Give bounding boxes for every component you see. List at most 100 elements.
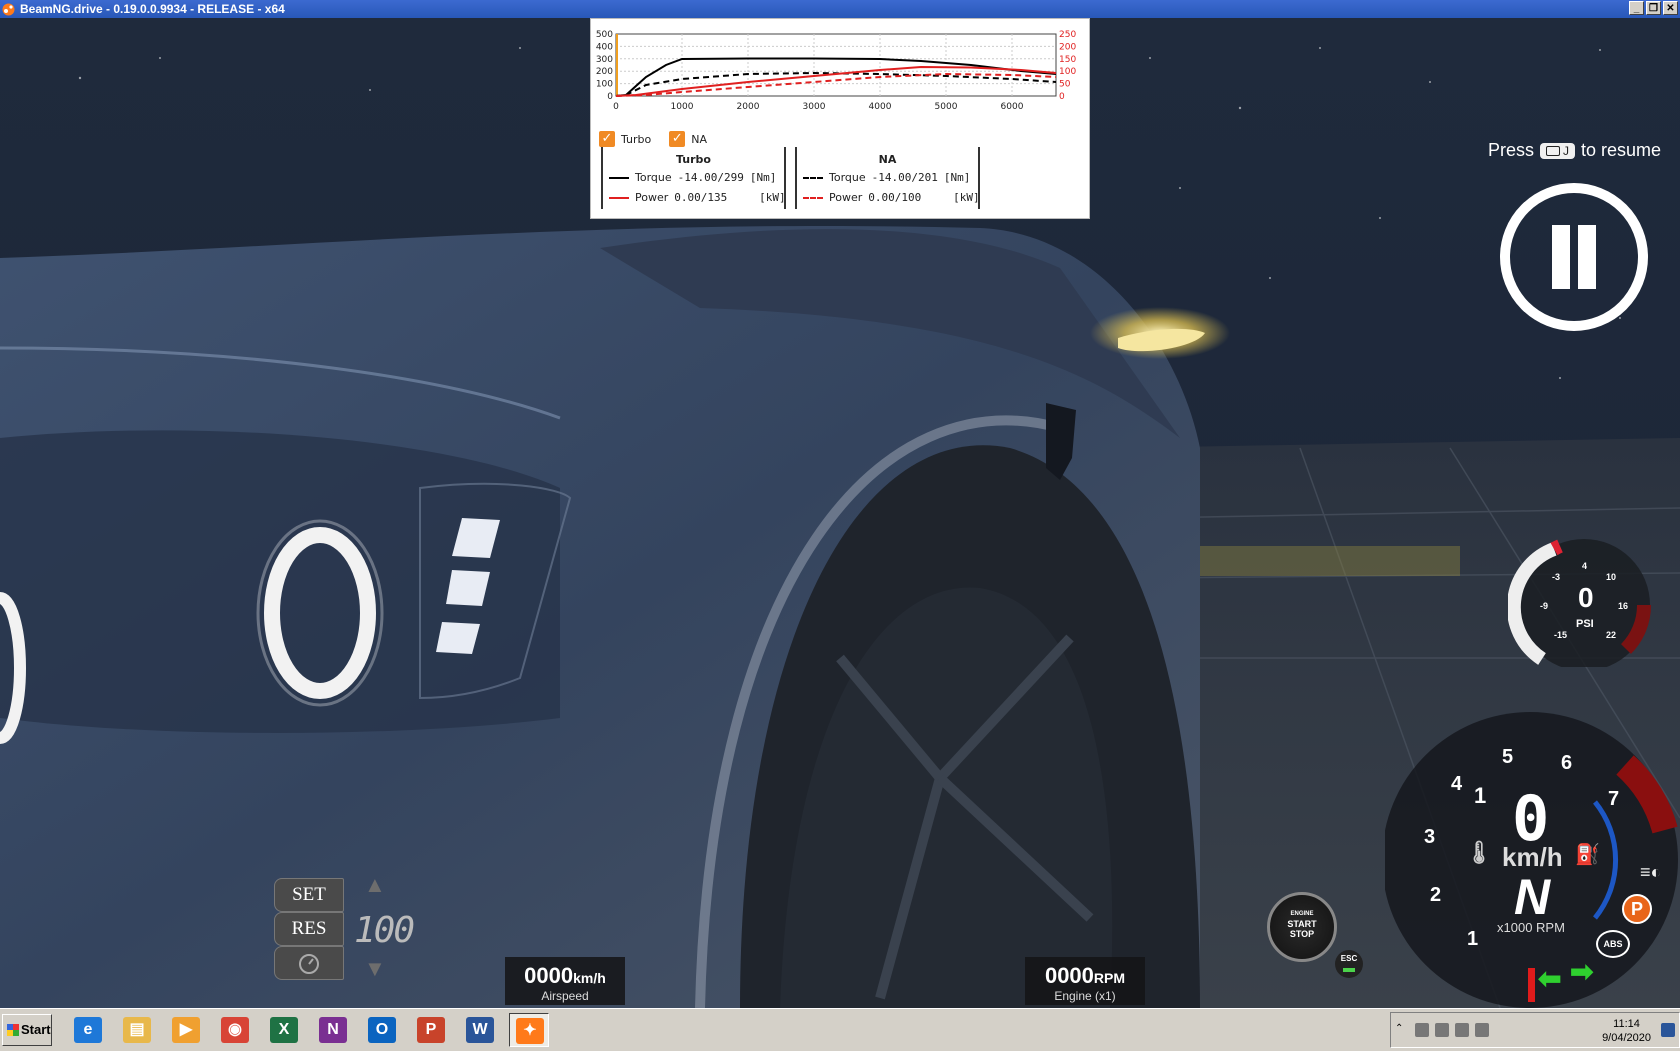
close-button[interactable]: ✕ <box>1663 1 1678 15</box>
taskbar-app-file-explorer[interactable]: ▤ <box>117 1013 157 1047</box>
rpm-tick: 4 <box>1451 773 1463 795</box>
parking-brake-indicator: P <box>1622 894 1652 924</box>
turn-signal-left-icon: ⬅ <box>1538 963 1562 994</box>
na-legend-header: NA <box>878 153 897 166</box>
gear-indicator: N <box>1514 869 1551 925</box>
keyboard-icon <box>1546 145 1561 156</box>
tray-expand-icon[interactable]: ⌃ <box>1395 1023 1409 1037</box>
na-checkbox-label: NA <box>691 132 708 146</box>
taskbar-app-outlook[interactable]: O <box>362 1013 402 1047</box>
boost-tick: -3 <box>1552 572 1561 582</box>
x-tick: 3000 <box>803 102 826 112</box>
boost-tick: -15 <box>1554 630 1568 640</box>
turbo-torque-row: Torque -14.00/299 [Nm] <box>609 171 776 184</box>
rpm-tick: 6 <box>1561 752 1573 774</box>
y-tick-left: 0 <box>607 92 613 102</box>
engine-rpm-readout: 0000RPM Engine (x1) <box>1025 957 1145 1005</box>
minimize-button[interactable]: _ <box>1629 1 1644 15</box>
window-title-bar: BeamNG.drive - 0.19.0.0.9934 - RELEASE -… <box>0 0 1680 18</box>
show-desktop-icon[interactable] <box>1661 1023 1675 1037</box>
maximize-button[interactable]: ❐ <box>1646 1 1661 15</box>
taskbar-app-internet-explorer[interactable]: e <box>68 1013 108 1047</box>
excel-icon: X <box>270 1017 298 1043</box>
boost-value: 0 <box>1578 582 1594 613</box>
y-tick-left: 200 <box>596 67 613 77</box>
taskbar-app-media-player[interactable]: ▶ <box>166 1013 206 1047</box>
y-tick-right: 150 <box>1059 55 1076 65</box>
x-tick: 6000 <box>1001 102 1024 112</box>
speaker-icon[interactable] <box>1415 1023 1429 1037</box>
outlook-icon: O <box>368 1017 396 1043</box>
abs-indicator: ABS <box>1596 930 1630 958</box>
beamng-app-icon <box>2 3 15 16</box>
esc-indicator: ESC <box>1335 950 1363 978</box>
na-power-row: Power 0.00/100 [kW] <box>803 191 980 204</box>
headlight-icon: ≡◐ <box>1640 862 1662 882</box>
file-explorer-icon: ▤ <box>123 1017 151 1043</box>
volume-icon[interactable] <box>1475 1023 1489 1037</box>
engine-start-stop-button[interactable]: ENGINE START STOP <box>1267 892 1337 962</box>
cruise-target-speed: 100 <box>354 910 415 951</box>
cruise-up-arrow-icon[interactable]: ▲ <box>364 872 386 898</box>
display-icon[interactable] <box>1455 1023 1469 1037</box>
coolant-temp-icon: 🌡 <box>1465 840 1493 865</box>
dashed-red-line-icon <box>803 196 823 199</box>
turn-signal-right-icon: ➡ <box>1570 956 1594 987</box>
na-checkbox[interactable]: ✓ NA <box>669 131 707 147</box>
y-tick-left: 500 <box>596 30 613 40</box>
rpm-tick: 1 <box>1474 783 1487 808</box>
y-tick-left: 300 <box>596 55 613 65</box>
boost-tick: 4 <box>1582 561 1588 571</box>
cruise-res-button[interactable]: RES <box>274 912 344 946</box>
airspeed-readout: 0000km/h Airspeed <box>505 957 625 1005</box>
boost-tick: 22 <box>1606 630 1617 640</box>
powerpoint-icon: P <box>417 1017 445 1043</box>
x-tick: 4000 <box>869 102 892 112</box>
taskbar-app-beamng[interactable]: ✦ <box>509 1013 549 1047</box>
turbo-power-row: Power 0.00/135 [kW] <box>609 191 786 204</box>
y-tick-right: 200 <box>1059 42 1076 52</box>
boost-tick: -9 <box>1540 601 1549 611</box>
internet-explorer-icon: e <box>74 1017 102 1043</box>
y-tick-left: 100 <box>596 80 613 90</box>
solid-black-line-icon <box>609 176 629 179</box>
windows-logo-icon <box>7 1024 19 1036</box>
rpm-tick: 1 <box>1467 928 1479 950</box>
taskbar: Start e ▤ ▶ ◉ X N O P W ✦ ⌃ 11:14 9/04/2020 <box>0 1008 1680 1051</box>
y-tick-right: 100 <box>1059 67 1076 77</box>
y-tick-right: 250 <box>1059 30 1076 40</box>
system-tray: ⌃ 11:14 9/04/2020 <box>1390 1012 1680 1048</box>
torque-power-plot: 500 400 300 200 100 0 250 200 150 100 50… <box>596 30 1077 112</box>
throttle-bar <box>1528 968 1535 1002</box>
taskbar-app-chrome[interactable]: ◉ <box>215 1013 255 1047</box>
pause-icon[interactable] <box>1500 183 1648 331</box>
fuel-icon: ⛽ <box>1575 844 1600 866</box>
na-legend: NA Torque -14.00/201 [Nm] Power 0.00/100… <box>795 147 980 211</box>
turbo-legend-header: Turbo <box>676 153 711 166</box>
taskbar-app-word[interactable]: W <box>460 1013 500 1047</box>
word-icon: W <box>466 1017 494 1043</box>
boost-unit: PSI <box>1576 618 1594 630</box>
start-button[interactable]: Start <box>2 1014 52 1046</box>
cruise-down-arrow-icon[interactable]: ▼ <box>364 956 386 982</box>
x-tick: 2000 <box>737 102 760 112</box>
taskbar-app-powerpoint[interactable]: P <box>411 1013 451 1047</box>
cruise-set-button[interactable]: SET <box>274 878 344 912</box>
y-tick-right: 50 <box>1059 80 1071 90</box>
resume-hint: Press J to resume <box>1488 140 1662 160</box>
clock[interactable]: 11:14 9/04/2020 <box>1602 1017 1651 1045</box>
taskbar-app-excel[interactable]: X <box>264 1013 304 1047</box>
turbo-checkbox[interactable]: ✓ Turbo <box>599 131 651 147</box>
onenote-icon: N <box>319 1017 347 1043</box>
network-icon[interactable] <box>1435 1023 1449 1037</box>
taskbar-app-onenote[interactable]: N <box>313 1013 353 1047</box>
cruise-speedometer-button[interactable] <box>274 946 344 980</box>
dashed-black-line-icon <box>803 176 823 179</box>
x-tick: 0 <box>613 102 619 112</box>
x-tick: 5000 <box>935 102 958 112</box>
turbo-legend: Turbo Torque -14.00/299 [Nm] Power 0.00/… <box>601 147 786 211</box>
check-icon: ✓ <box>669 131 686 147</box>
rpm-tick: 3 <box>1424 826 1436 848</box>
beamng-icon: ✦ <box>516 1018 544 1044</box>
rpm-tick: 5 <box>1502 746 1514 768</box>
